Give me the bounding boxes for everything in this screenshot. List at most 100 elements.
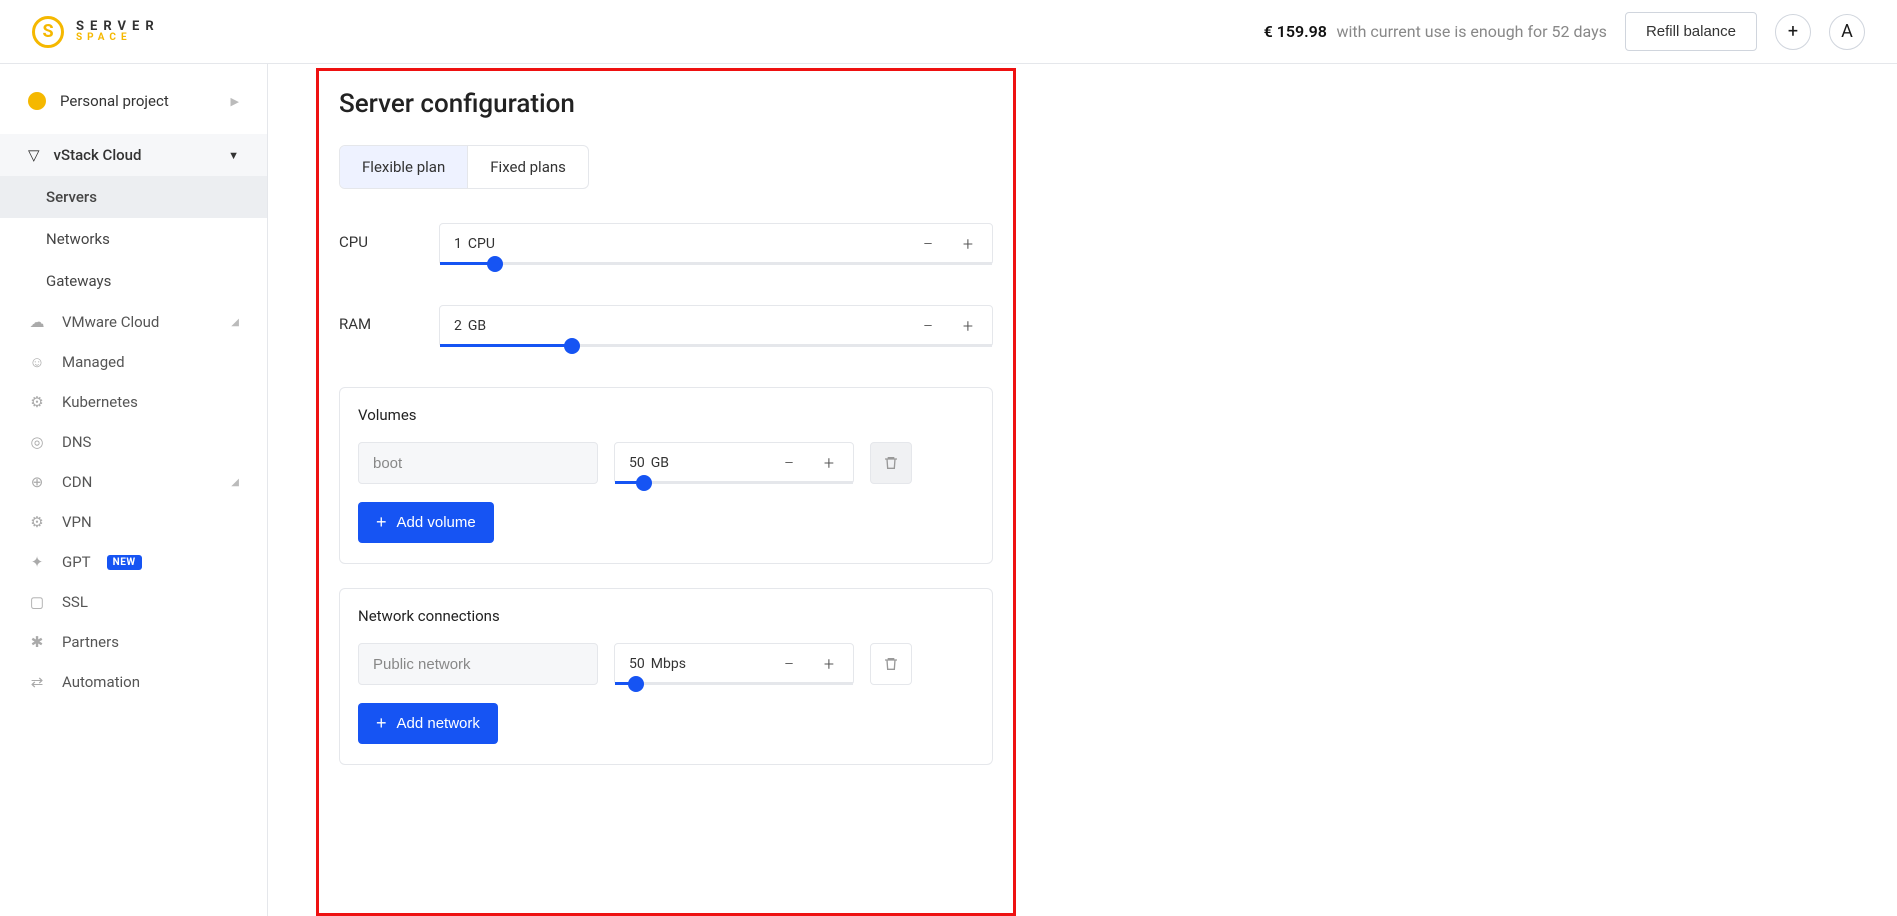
logo-text: SERVER SPACE [76,20,160,43]
nav-label: DNS [62,433,91,451]
network-track[interactable] [615,682,853,685]
plus-icon: + [376,713,387,734]
ram-stepper: − + [918,316,978,336]
vpn-icon: ⚙ [28,513,46,531]
logo[interactable]: S SERVER SPACE [32,16,160,48]
caret-icon: ◢ [231,317,239,328]
cpu-value-number: 1 [454,236,462,252]
sidebar-section-vstack[interactable]: ▽ vStack Cloud ▼ [0,134,267,176]
cpu-slider[interactable]: 1 CPU − + [439,223,993,265]
cpu-label: CPU [339,223,439,251]
caret-icon: ◢ [231,477,239,488]
tab-flexible-plan[interactable]: Flexible plan [340,146,468,188]
balance-amount: € 159.98 [1264,22,1327,41]
logo-text-bottom: SPACE [76,33,160,43]
cpu-decrement-button[interactable]: − [918,234,938,254]
user-icon: ☺ [28,353,46,371]
sidebar-item-servers[interactable]: Servers [0,176,267,218]
header-right: € 159.98 with current use is enough for … [1264,12,1865,51]
header: S SERVER SPACE € 159.98 with current use… [0,0,1897,64]
network-increment-button[interactable]: + [819,654,839,674]
ram-increment-button[interactable]: + [958,316,978,336]
sidebar-item-managed[interactable]: ☺ Managed [0,342,267,382]
cloud-icon: ☁ [28,313,46,331]
ram-decrement-button[interactable]: − [918,316,938,336]
ram-value-number: 2 [454,318,462,334]
volume-name-input[interactable] [358,442,598,484]
sidebar-item-cdn[interactable]: ⊕ CDN ◢ [0,462,267,502]
volume-thumb[interactable] [636,475,652,491]
sidebar-item-gpt[interactable]: ✦ GPT NEW [0,542,267,582]
volume-stepper: − + [779,453,839,473]
network-thumb[interactable] [628,676,644,692]
chevron-right-icon: ▶ [231,95,239,108]
project-selector[interactable]: Personal project ▶ [0,92,267,134]
network-name-input[interactable] [358,643,598,685]
cpu-row: CPU 1 CPU − + [339,223,993,265]
balance-note: with current use is enough for 52 days [1336,22,1607,41]
sidebar-item-networks[interactable]: Networks [0,218,267,260]
volume-size-slider[interactable]: 50 GB − + [614,442,854,484]
ram-track[interactable] [440,344,992,347]
sidebar-item-vmware[interactable]: ☁ VMware Cloud ◢ [0,302,267,342]
ram-label: RAM [339,305,439,333]
volumes-title: Volumes [358,406,974,424]
automation-icon: ⇄ [28,673,46,691]
sidebar-item-partners[interactable]: ✱ Partners [0,622,267,662]
ram-value: 2 GB [454,318,486,334]
volume-row: 50 GB − + [358,442,974,484]
volumes-panel: Volumes 50 GB − + [339,387,993,564]
sidebar-item-dns[interactable]: ◎ DNS [0,422,267,462]
main-content: Server configuration Flexible plan Fixed… [268,64,1897,916]
nav-label: GPT [62,553,91,571]
add-network-label: Add network [397,715,480,732]
cpu-track[interactable] [440,262,992,265]
cpu-value: 1 CPU [454,236,495,252]
ram-value-unit: GB [468,318,486,334]
add-network-button[interactable]: + Add network [358,703,498,744]
sidebar-item-gateways[interactable]: Gateways [0,260,267,302]
nav-label: Automation [62,673,140,691]
tab-fixed-plans[interactable]: Fixed plans [468,146,588,188]
vstack-icon: ▽ [28,146,40,164]
cpu-stepper: − + [918,234,978,254]
network-delete-button[interactable] [870,643,912,685]
ram-row: RAM 2 GB − + [339,305,993,347]
network-panel: Network connections 50 Mbps − + [339,588,993,765]
ram-thumb[interactable] [564,338,580,354]
add-volume-button[interactable]: + Add volume [358,502,494,543]
sidebar-item-vpn[interactable]: ⚙ VPN [0,502,267,542]
volume-track[interactable] [615,481,853,484]
cpu-thumb[interactable] [487,256,503,272]
cpu-increment-button[interactable]: + [958,234,978,254]
partners-icon: ✱ [28,633,46,651]
sidebar-item-ssl[interactable]: ▢ SSL [0,582,267,622]
network-stepper: − + [779,654,839,674]
highlighted-region: Server configuration Flexible plan Fixed… [316,68,1016,916]
add-button[interactable]: + [1775,14,1811,50]
volume-decrement-button[interactable]: − [779,453,799,473]
sidebar-item-kubernetes[interactable]: ⚙ Kubernetes [0,382,267,422]
refill-balance-button[interactable]: Refill balance [1625,12,1757,51]
nav-label: Managed [62,353,125,371]
avatar[interactable]: A [1829,14,1865,50]
trash-icon [883,656,899,672]
gpt-icon: ✦ [28,553,46,571]
sidebar-item-automation[interactable]: ⇄ Automation [0,662,267,702]
ram-slider[interactable]: 2 GB − + [439,305,993,347]
volume-increment-button[interactable]: + [819,453,839,473]
network-value: 50 Mbps [629,656,686,672]
plan-tabs: Flexible plan Fixed plans [339,145,589,189]
globe-icon: ⊕ [28,473,46,491]
network-value-unit: Mbps [651,656,686,672]
gear-icon: ⚙ [28,393,46,411]
network-decrement-button[interactable]: − [779,654,799,674]
network-bandwidth-slider[interactable]: 50 Mbps − + [614,643,854,685]
shield-icon: ▢ [28,593,46,611]
logo-icon: S [32,16,64,48]
add-volume-label: Add volume [397,514,476,531]
volume-value: 50 GB [629,455,669,471]
volume-value-unit: GB [651,455,669,471]
volume-delete-button [870,442,912,484]
nav-label: SSL [62,593,88,611]
